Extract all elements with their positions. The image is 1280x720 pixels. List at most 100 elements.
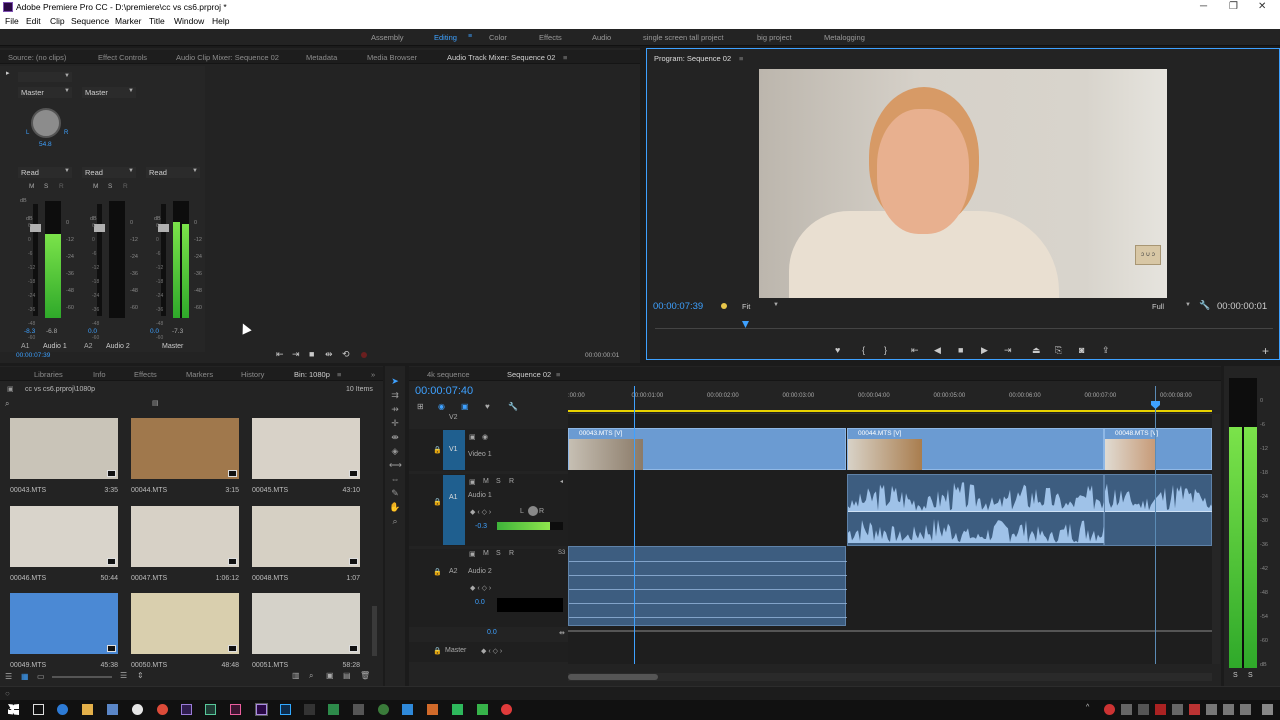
photoshop-icon[interactable]: [280, 704, 291, 715]
timeline-settings-icon[interactable]: 🔧: [508, 402, 518, 411]
selection-tool-icon[interactable]: ➤: [389, 375, 401, 387]
menu-file[interactable]: File: [5, 16, 19, 26]
app-icon-10[interactable]: [501, 704, 512, 715]
timeline-playhead[interactable]: [634, 386, 635, 664]
automation-dropdown-2[interactable]: Read: [82, 167, 136, 178]
effects-insert-dropdown[interactable]: [18, 72, 72, 82]
tab-audio-track-mixer[interactable]: Audio Track Mixer: Sequence 02: [447, 53, 555, 62]
app-icon-6[interactable]: [402, 704, 413, 715]
record-icon[interactable]: [361, 352, 367, 358]
add-button-icon[interactable]: +: [1262, 344, 1269, 358]
lock-icon-a2[interactable]: 🔒: [433, 568, 442, 576]
mute-button-2[interactable]: M: [93, 183, 98, 190]
rate-stretch-tool-icon[interactable]: ⇼: [389, 431, 401, 443]
go-to-in-icon[interactable]: ⇤: [276, 349, 284, 360]
solo-a2[interactable]: S: [496, 550, 501, 557]
program-tab[interactable]: Program: Sequence 02: [654, 54, 731, 63]
sync-icon-a2[interactable]: ▣: [469, 550, 476, 558]
list-view-icon[interactable]: ☰: [5, 672, 12, 681]
add-marker-icon[interactable]: ♥: [835, 345, 840, 355]
workspace-single-screen[interactable]: single screen tall project: [643, 33, 723, 42]
export-frame-icon[interactable]: ◙: [1079, 345, 1084, 355]
track-target-a1[interactable]: [443, 475, 465, 545]
record-button-2[interactable]: R: [123, 183, 128, 190]
master-track-volume[interactable]: 0.0: [487, 629, 497, 636]
rolling-edit-tool-icon[interactable]: ✛: [389, 417, 401, 429]
automation-dropdown-1[interactable]: Read: [18, 167, 72, 178]
razor-tool-icon[interactable]: ◈: [389, 445, 401, 457]
menu-window[interactable]: Window: [174, 16, 204, 26]
app-icon-2[interactable]: [304, 704, 315, 715]
audio-clip-a1-00044[interactable]: [847, 474, 1105, 546]
menu-clip[interactable]: Clip: [50, 16, 65, 26]
fader-handle-master[interactable]: [158, 224, 169, 232]
premiere-taskbar-icon[interactable]: [255, 703, 268, 716]
tray-icon-3[interactable]: [1138, 704, 1149, 715]
tray-icon-2[interactable]: [1121, 704, 1132, 715]
start-button-icon[interactable]: [8, 704, 19, 715]
clip-thumbnail[interactable]: [252, 506, 360, 567]
workspace-audio[interactable]: Audio: [592, 33, 611, 42]
tab-source[interactable]: Source: (no clips): [8, 53, 66, 62]
app-icon-5[interactable]: [378, 704, 389, 715]
clip-thumbnail[interactable]: [10, 506, 118, 567]
master-solo-r[interactable]: S: [1248, 672, 1253, 679]
timeline-horizontal-scrollbar[interactable]: [568, 673, 1212, 681]
play-icon[interactable]: ▶: [981, 345, 988, 356]
mark-in-icon[interactable]: {: [862, 345, 865, 355]
tray-icon-5[interactable]: [1172, 704, 1183, 715]
lock-icon-a1[interactable]: 🔒: [433, 498, 442, 506]
program-timecode[interactable]: 00:00:07:39: [653, 301, 703, 312]
maximize-icon[interactable]: ❐: [1229, 1, 1238, 12]
volume-value-master[interactable]: 0.0: [150, 328, 159, 335]
mixer-timecode-left[interactable]: 00:00:07:39: [16, 352, 50, 359]
new-item-icon[interactable]: ▤: [343, 671, 351, 680]
clip-thumbnail[interactable]: [131, 593, 239, 654]
app-icon-9[interactable]: [477, 704, 488, 715]
app-icon-7[interactable]: [427, 704, 438, 715]
audio-clip-a2[interactable]: [568, 546, 847, 626]
app-icon-3[interactable]: [328, 704, 339, 715]
workspace-big-project[interactable]: big project: [757, 33, 792, 42]
audition-icon[interactable]: [205, 704, 216, 715]
volume-icon[interactable]: [1223, 704, 1234, 715]
edge-browser-icon[interactable]: [57, 704, 68, 715]
slip-tool-icon[interactable]: ⟷: [389, 459, 402, 471]
panel-menu-icon[interactable]: ≡: [563, 53, 567, 62]
mark-out-icon[interactable]: }: [884, 345, 887, 355]
routing-dropdown-1[interactable]: Master: [18, 87, 72, 98]
new-bin-bottom-icon[interactable]: ▣: [326, 671, 334, 680]
button-editor-icon[interactable]: ⇪: [1102, 345, 1110, 356]
master-collapse-icon[interactable]: ⇹: [559, 629, 565, 637]
mute-a1[interactable]: M: [483, 478, 489, 485]
tab-4k-sequence[interactable]: 4k sequence: [427, 370, 470, 379]
tray-icon-6[interactable]: [1189, 704, 1200, 715]
add-marker-timeline-icon[interactable]: ♥: [485, 402, 490, 411]
solo-button-2[interactable]: S: [108, 183, 112, 190]
icon-view-icon[interactable]: ▦: [21, 672, 29, 681]
record-a2[interactable]: R: [509, 550, 514, 557]
sequence-menu-icon[interactable]: ≡: [556, 370, 560, 379]
collapse-a1-icon[interactable]: ◂: [560, 478, 563, 485]
timeline-vertical-scrollbar[interactable]: [1212, 414, 1220, 664]
program-time-ruler[interactable]: [655, 319, 1273, 329]
clear-icon[interactable]: 🗑: [360, 671, 370, 680]
close-icon[interactable]: ✕: [1258, 1, 1266, 12]
eye-icon-v1[interactable]: ◉: [482, 433, 488, 441]
record-button-1[interactable]: R: [59, 183, 64, 190]
track-a1-volume[interactable]: -0.3: [475, 523, 487, 530]
video-clip-00043[interactable]: 00043.MTS [V]: [568, 428, 846, 470]
mute-a2[interactable]: M: [483, 550, 489, 557]
app-icon-1[interactable]: [132, 704, 143, 715]
mute-button-1[interactable]: M: [29, 183, 34, 190]
network-icon[interactable]: [1206, 704, 1217, 715]
program-menu-icon[interactable]: ≡: [739, 54, 743, 63]
tab-effect-controls[interactable]: Effect Controls: [98, 53, 147, 62]
go-to-in-point-icon[interactable]: ⇤: [911, 345, 919, 356]
video-clip-00044[interactable]: 00044.MTS [V]: [847, 428, 1104, 470]
track-area[interactable]: 00043.MTS [V] 00044.MTS [V] 00048.MTS [V…: [568, 386, 1213, 664]
workspace-assembly[interactable]: Assembly: [371, 33, 404, 42]
zoom-tool-icon[interactable]: ⌕: [389, 515, 401, 527]
hand-tool-icon[interactable]: ✋: [389, 501, 401, 513]
tab-audio-clip-mixer[interactable]: Audio Clip Mixer: Sequence 02: [176, 53, 279, 62]
